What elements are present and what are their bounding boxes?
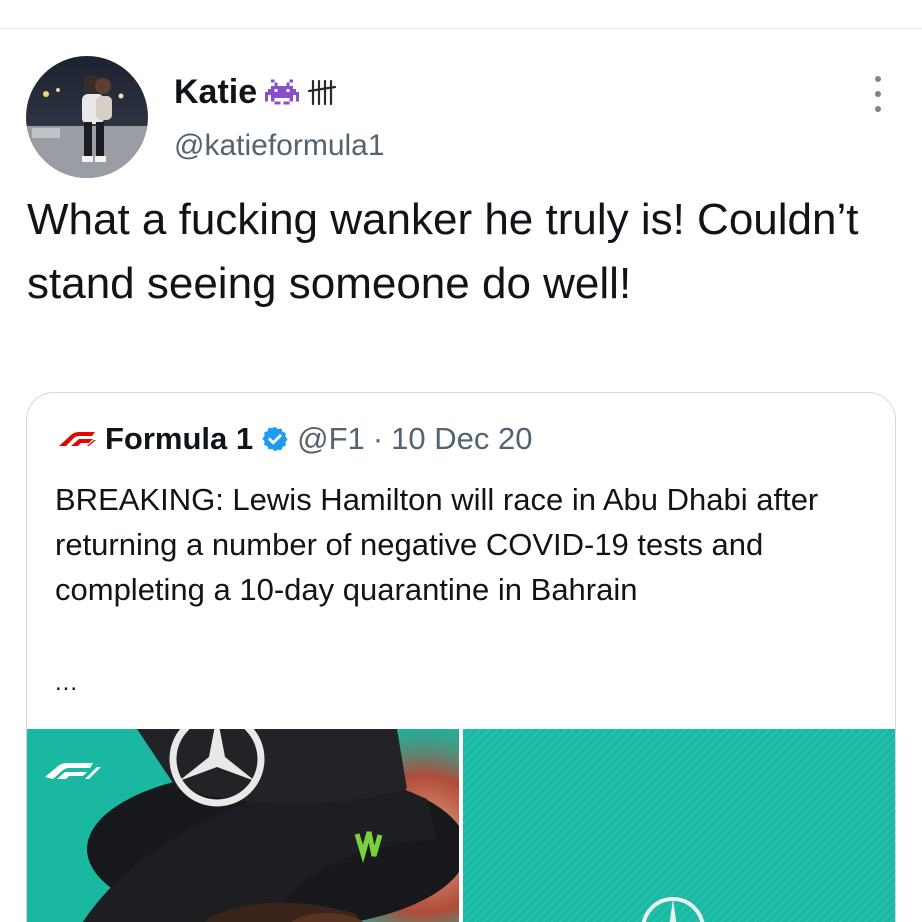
display-name[interactable]: Katie: [174, 72, 257, 112]
quote-tweet-card[interactable]: Formula 1 @F1 · 10 Dec 20 BREAKING: Lewi…: [26, 392, 896, 922]
tweet-text: What a fucking wanker he truly is! Could…: [27, 195, 859, 308]
tweet-screen: Katie @katieformula1 What a fucking wank…: [0, 0, 922, 922]
tally-marks-icon: [307, 77, 337, 107]
handle[interactable]: @katieformula1: [174, 128, 385, 164]
verified-badge-icon: [261, 425, 289, 453]
media-photo-hamilton[interactable]: [27, 729, 459, 922]
avatar[interactable]: [26, 56, 148, 178]
avatar-photo: [26, 56, 148, 178]
quote-separator: ·: [372, 421, 384, 456]
space-invader-icon: [265, 77, 300, 107]
quote-media[interactable]: [27, 729, 895, 922]
more-dot: [875, 106, 881, 112]
quote-display-name[interactable]: Formula 1: [105, 421, 253, 457]
media-graphic-mercedes[interactable]: [463, 729, 895, 922]
display-name-row[interactable]: Katie: [174, 72, 337, 112]
more-dot: [875, 76, 881, 82]
f1-logo-icon: [57, 429, 97, 449]
more-options-icon[interactable]: [864, 76, 892, 112]
quote-handle[interactable]: @F1: [297, 421, 365, 457]
more-dot: [875, 91, 881, 97]
quote-date[interactable]: 10 Dec 20: [391, 421, 532, 457]
top-divider: [0, 28, 922, 29]
quote-header: Formula 1 @F1 · 10 Dec 20: [57, 421, 532, 457]
quote-text: BREAKING: Lewis Hamilton will race in Ab…: [55, 482, 819, 607]
quote-ellipsis: ...: [55, 669, 79, 696]
